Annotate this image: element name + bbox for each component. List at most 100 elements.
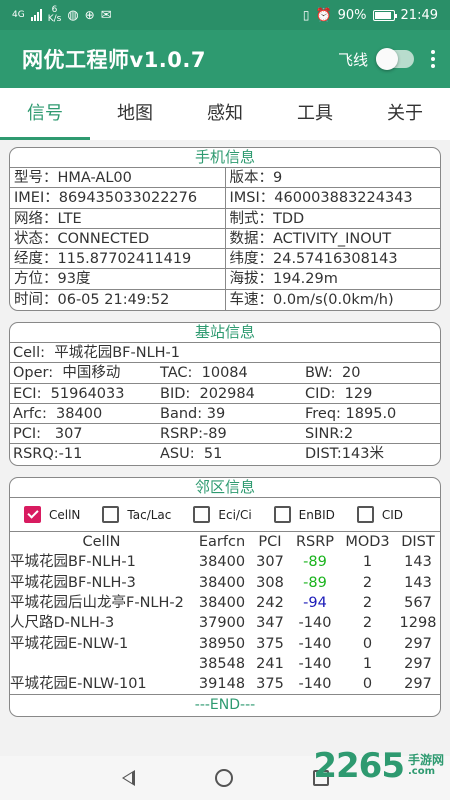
earfcn: 38548 [198,655,246,672]
filter-enbid[interactable]: EnBID [273,506,335,523]
operator: Oper: 中国移动 [13,365,121,382]
latitude: 纬度：24.57416308143 [224,249,441,269]
checkbox-icon[interactable] [24,506,41,523]
mod3: 0 [362,635,373,652]
tab-map[interactable]: 地图 [90,88,180,140]
band: Band: 39 [160,405,226,422]
checkbox-icon[interactable] [356,506,374,523]
speed: 车速：0.0m/s(0.0km/h) [224,289,441,311]
filter-tac-lac[interactable]: Tac/Lac [102,506,171,523]
info-row: 经度：115.87702411419 纬度：24.57416308143 [10,249,441,270]
rsrp: RSRP:-89 [160,426,227,443]
gps-icon: ⊕ [84,8,95,22]
col-earfcn: Earfcn [198,534,246,551]
rsrp: -140 [298,655,332,672]
rsrp: -140 [298,615,332,632]
rsrp: -140 [298,676,332,693]
rsrq: RSRQ:-11 [13,446,83,463]
earfcn: 39148 [198,676,246,693]
info-row: 时间：06-05 21:49:52 车速：0.0m/s(0.0km/h) [10,289,441,311]
dist: 1298 [399,615,437,632]
earfcn: 37900 [198,615,246,632]
info-row: 状态：CONNECTED 数据：ACTIVITY_INOUT [10,228,441,250]
cell-name: 平城花园后山龙亭F-NLH-2 [10,595,184,612]
mail-icon: ✉ [100,7,112,23]
info-row: 型号：HMA-AL00 版本：9 [10,168,441,189]
status-left: 4G 6 K/s ◍ ⊕ ✉ [12,6,112,24]
pci: 375 [256,635,284,652]
mod3: 1 [362,554,373,571]
mod3: 2 [362,574,373,591]
filter-eci-ci[interactable]: Eci/Ci [193,506,252,523]
alarm-icon: ⏰ [315,7,332,23]
checkbox-icon[interactable] [193,506,211,523]
table-header: CellN Earfcn PCI RSRP MOD3 DIST [10,532,440,552]
info-row: IMEI：869435033022276 IMSI：460003883224343 [10,188,440,209]
col-rsrp: RSRP [295,534,335,551]
cell-name: 平城花园BF-NLH-3 [10,574,136,591]
tab-perception[interactable]: 感知 [180,88,270,140]
cell-row: Cell: 平城花园BF-NLH-1 [10,343,440,364]
altitude: 海拔：194.29m [224,269,441,289]
cell-name: Cell: 平城花园BF-NLH-1 [13,345,181,361]
rsrp: -89 [303,574,327,591]
earfcn: 38400 [198,595,246,612]
bs-row: Oper: 中国移动 TAC: 10084 BW: 20 [10,363,440,384]
tab-signal[interactable]: 信号 [0,88,90,140]
earfcn: 38950 [198,635,246,652]
home-icon[interactable] [214,769,233,787]
dist: 297 [404,635,432,652]
pci: 242 [256,595,284,612]
filter-checkboxes: CellN Tac/Lac Eci/Ci EnBID CID [10,498,440,532]
filter-label: EnBID [298,507,335,522]
tab-about[interactable]: 关于 [360,88,450,140]
back-icon[interactable] [121,770,135,786]
tac: TAC: 10084 [160,365,248,382]
version: 版本：9 [224,168,441,188]
arfcn: Arfc: 38400 [13,405,103,422]
overflow-menu-icon[interactable] [430,50,436,68]
filter-label: Eci/Ci [218,507,252,522]
mod3: 1 [362,655,373,672]
flight-toggle[interactable] [376,48,414,70]
watermark-logo: 2265 手游网 .com [313,746,444,786]
net-speed: 6 K/s [48,6,62,24]
col-dist: DIST [401,534,435,551]
pci: 308 [256,574,284,591]
flight-label: 飞线 [337,50,368,69]
eci: ECI: 51964033 [13,385,125,402]
battery-icon [372,9,397,21]
filter-label: CID [381,507,404,522]
tab-tools[interactable]: 工具 [270,88,360,140]
watermark-number: 2265 [313,746,405,786]
wechat-icon: ◍ [67,7,79,23]
distance: DIST:143米 [305,446,384,463]
table-row: 平城花园BF-NLH-3 38400 308 -89 2 143 [10,573,440,593]
bid: BID: 202984 [160,385,255,402]
neighbor-card: 邻区信息 CellN Tac/Lac Eci/Ci EnBID CID Cell… [9,477,441,718]
mod3: 0 [362,676,373,693]
time: 时间：06-05 21:49:52 [14,291,170,308]
table-row: 人尺路D-NLH-3 37900 347 -140 2 1298 [10,613,440,633]
tab-bar: 信号 地图 感知 工具 关于 [0,88,450,140]
clock: 21:49 [400,7,438,23]
checkbox-icon[interactable] [273,506,291,523]
net-speed-unit: K/s [47,14,62,24]
vibrate-icon: ▯ [302,8,310,22]
pci: 307 [256,554,284,571]
app-title: 网优工程师v1.0.7 [22,48,206,72]
status-bar: 4G 6 K/s ◍ ⊕ ✉ ▯ ⏰ 90% 21:49 [0,0,450,30]
phone-info-title: 手机信息 [10,148,440,168]
bearing: 方位：93度 [14,271,91,288]
cell-name: 平城花园E-NLW-101 [10,676,147,693]
pci: PCI: 307 [13,426,83,443]
neighbor-table-body: 平城花园BF-NLH-1 38400 307 -89 1 143 平城花园BF-NLH-3 3… [10,552,440,694]
col-celln: CellN [82,534,121,551]
data-activity: 数据：ACTIVITY_INOUT [224,228,441,249]
asu: ASU: 51 [160,446,223,463]
filter-label: Tac/Lac [127,507,172,522]
checkbox-icon[interactable] [102,506,120,523]
filter-celln[interactable]: CellN [24,506,80,523]
filter-cid[interactable]: CID [356,506,404,523]
dist: 143 [404,574,432,591]
